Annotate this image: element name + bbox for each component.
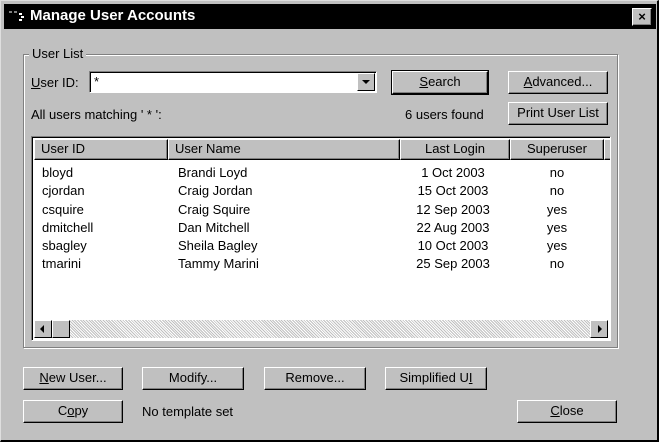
row-superuser: no [549,183,565,198]
table-row[interactable]: cjordan Craig Jordan 15 Oct 2003 no [34,182,604,200]
template-status: No template set [142,404,234,419]
row-superuser: yes [546,202,568,217]
user-list-table[interactable]: User ID User Name Last Login Superuser b… [31,136,611,341]
print-user-list-button[interactable]: Print User List [508,102,608,125]
row-last-login: 15 Oct 2003 [417,183,489,198]
user-id-label: User ID: [31,75,79,90]
arrow-left-icon[interactable] [34,320,52,338]
table-row[interactable]: sbagley Sheila Bagley 10 Oct 2003 yes [34,237,604,255]
row-superuser: no [549,256,565,271]
manage-user-accounts-dialog: Manage User Accounts × User List User ID… [0,0,659,442]
user-id-combobox[interactable]: * [89,71,377,93]
row-last-login: 10 Oct 2003 [417,238,489,253]
table-row[interactable]: bloyd Brandi Loyd 1 Oct 2003 no [34,164,604,182]
chevron-down-icon[interactable] [357,73,375,91]
row-user-id: csquire [42,202,84,217]
simplified-ui-button[interactable]: Simplified UI [385,367,487,390]
search-button[interactable]: Search [391,70,489,95]
row-last-login: 12 Sep 2003 [416,202,490,217]
copy-button[interactable]: Copy [23,400,123,423]
column-header-user-name[interactable]: User Name [168,139,400,160]
row-user-id: tmarini [42,256,82,271]
row-last-login: 25 Sep 2003 [416,256,490,271]
table-row[interactable]: csquire Craig Squire 12 Sep 2003 yes [34,201,604,219]
user-list-group-label: User List [29,46,87,61]
users-found-count: 6 users found [405,107,484,122]
row-superuser: no [549,165,565,180]
row-user-name: Dan Mitchell [178,220,250,235]
row-last-login: 22 Aug 2003 [416,220,490,235]
row-user-id: bloyd [42,165,74,180]
row-superuser: yes [546,220,568,235]
row-user-name: Tammy Marini [178,256,259,271]
row-last-login: 1 Oct 2003 [421,165,485,180]
horizontal-scrollbar[interactable] [34,320,608,338]
window-title: Manage User Accounts [30,7,196,24]
column-header-filler [604,139,610,160]
column-header-last-login[interactable]: Last Login [400,139,510,160]
advanced-button[interactable]: Advanced... [508,71,608,94]
row-superuser: yes [546,238,568,253]
row-user-name: Brandi Loyd [178,165,248,180]
scrollbar-thumb[interactable] [52,320,70,338]
table-row[interactable]: tmarini Tammy Marini 25 Sep 2003 no [34,255,604,273]
terminal-icon [8,10,26,23]
matching-text: All users matching ' * ': [31,107,162,122]
column-header-user-id[interactable]: User ID [34,139,168,160]
remove-button[interactable]: Remove... [264,367,366,390]
row-user-id: sbagley [42,238,87,253]
row-user-id: dmitchell [42,220,94,235]
table-row[interactable]: dmitchell Dan Mitchell 22 Aug 2003 yes [34,219,604,237]
close-window-button[interactable]: × [632,8,652,26]
close-icon: × [638,9,646,24]
row-user-id: cjordan [42,183,85,198]
new-user-button[interactable]: New User... [23,367,123,390]
row-user-name: Sheila Bagley [178,238,258,253]
column-header-superuser[interactable]: Superuser [510,139,604,160]
user-id-input[interactable]: * [94,74,99,89]
table-header: User ID User Name Last Login Superuser [34,139,610,160]
row-user-name: Craig Jordan [178,183,253,198]
close-button[interactable]: Close [517,400,617,423]
modify-button[interactable]: Modify... [142,367,244,390]
row-user-name: Craig Squire [178,202,251,217]
title-bar[interactable]: Manage User Accounts × [4,4,656,29]
arrow-right-icon[interactable] [590,320,608,338]
